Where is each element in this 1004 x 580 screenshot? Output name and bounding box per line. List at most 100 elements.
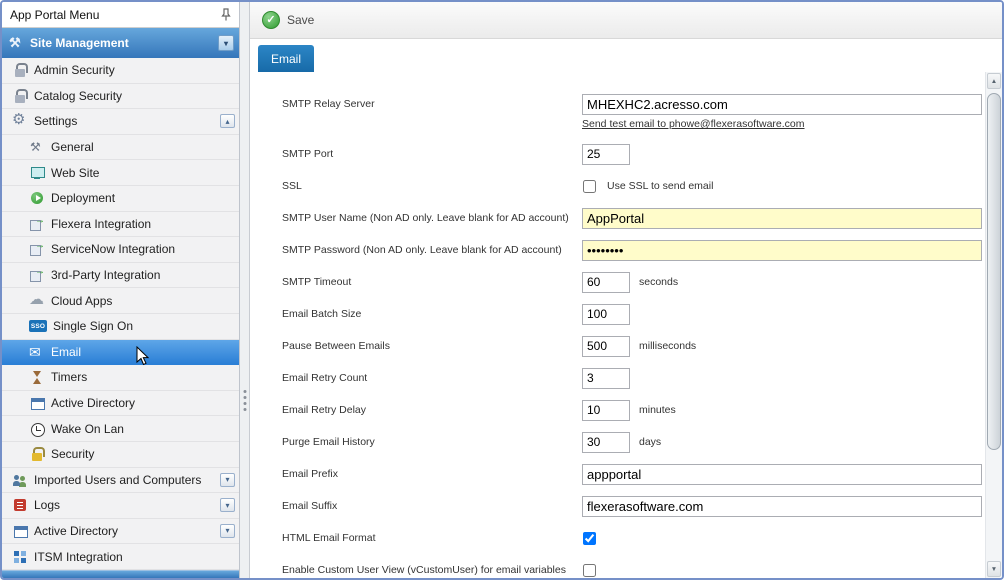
sidebar-item-label: Admin Security	[34, 63, 115, 77]
email-prefix-input[interactable]	[582, 464, 982, 485]
sidebar-item-timers[interactable]: Timers	[2, 365, 239, 391]
sidebar-item-wake-on-lan[interactable]: Wake On Lan	[2, 416, 239, 442]
sidebar-item-itsm-integration[interactable]: ITSM Integration	[2, 544, 239, 570]
sidebar-item-label: Wake On Lan	[51, 422, 124, 436]
scrollbar-thumb[interactable]	[987, 93, 1001, 450]
smtp-port-input[interactable]	[582, 144, 630, 165]
sidebar-item-catalog-security[interactable]: Catalog Security	[2, 84, 239, 110]
sidebar-item-admin-security[interactable]: Admin Security	[2, 58, 239, 84]
sidebar-item-label: Web Site	[51, 166, 99, 180]
sidebar-item-imported-users-and-computers[interactable]: Imported Users and Computers▾	[2, 468, 239, 494]
field-label: Email Retry Count	[282, 372, 582, 384]
sidebar-item-label: Single Sign On	[53, 319, 133, 333]
field-label: Pause Between Emails	[282, 340, 582, 352]
sidebar-item-settings[interactable]: Settings ▴	[2, 109, 239, 135]
pin-icon[interactable]	[221, 8, 231, 21]
tab-email[interactable]: Email	[258, 45, 314, 72]
save-check-icon	[262, 11, 280, 29]
field-suffix: seconds	[639, 276, 678, 288]
sidebar-item-label: Flexera Integration	[51, 217, 151, 231]
collapse-button[interactable]: ▴	[220, 114, 235, 128]
field-label: Email Suffix	[282, 500, 582, 512]
field-label: Email Batch Size	[282, 308, 582, 320]
sidebar-item-email[interactable]: Email	[2, 340, 239, 366]
tools-icon	[8, 35, 24, 51]
purge-email-history-input[interactable]	[582, 432, 630, 453]
expand-button[interactable]: ▾	[220, 498, 235, 512]
field-label: SMTP Timeout	[282, 276, 582, 288]
email-retry-delay-input[interactable]	[582, 400, 630, 421]
sidebar-item-label: ITSM Integration	[34, 550, 123, 564]
sidebar-item-web-site[interactable]: Web Site	[2, 160, 239, 186]
sidebar-partial-section-header[interactable]	[2, 570, 239, 578]
ssl-checkbox[interactable]	[583, 180, 596, 193]
field-control	[582, 240, 982, 261]
sidebar-item-servicenow-integration[interactable]: ServiceNow Integration	[2, 237, 239, 263]
cloud-icon	[29, 293, 45, 309]
field-label: SMTP User Name (Non AD only. Leave blank…	[282, 212, 582, 224]
deploy-icon	[29, 190, 45, 206]
sidebar-item-label: ServiceNow Integration	[51, 242, 175, 256]
checkbox-inline-label: Use SSL to send email	[607, 180, 713, 192]
form-row-email-prefix: Email Prefix	[282, 458, 985, 490]
sidebar-item-active-directory[interactable]: Active Directory ▾	[2, 519, 239, 545]
form-row-enable-custom-user-view-vcustomuser-for-email-variables: Enable Custom User View (vCustomUser) fo…	[282, 554, 985, 578]
chevron-down-icon[interactable]: ▾	[218, 35, 234, 51]
sidebar-item-flexera-integration[interactable]: Flexera Integration	[2, 212, 239, 238]
integration-icon	[29, 267, 45, 283]
smtp-password-non-ad-only-leave-blank-for-ad-account-input[interactable]	[582, 240, 982, 261]
lock-icon	[12, 62, 28, 78]
splitter-handle[interactable]	[240, 2, 250, 578]
clock-icon	[29, 421, 45, 437]
vertical-scrollbar[interactable]: ▲ ▼	[985, 72, 1002, 578]
scroll-up-button[interactable]: ▲	[987, 73, 1001, 89]
field-control	[582, 144, 630, 165]
users-icon	[12, 472, 28, 488]
sidebar-item-label: Timers	[51, 370, 87, 384]
field-control	[582, 368, 630, 389]
smtp-timeout-input[interactable]	[582, 272, 630, 293]
sidebar-item-label: Settings	[34, 114, 77, 128]
sidebar-item-active-directory[interactable]: Active Directory	[2, 391, 239, 417]
integration-icon	[29, 241, 45, 257]
sidebar-section-site-management[interactable]: Site Management ▾	[2, 28, 239, 58]
email-retry-count-input[interactable]	[582, 368, 630, 389]
sidebar-items: Admin Security Catalog Security Settings ▴ G…	[2, 58, 239, 570]
form-row-smtp-port: SMTP Port	[282, 138, 985, 170]
sidebar-item-label: 3rd-Party Integration	[51, 268, 160, 282]
send-test-email-link[interactable]: Send test email to phowe@flexerasoftware…	[582, 118, 805, 130]
save-button-label: Save	[287, 13, 314, 27]
sidebar-item-label: Active Directory	[34, 524, 118, 538]
expand-button[interactable]: ▾	[220, 524, 235, 538]
sidebar-item-logs[interactable]: Logs ▾	[2, 493, 239, 519]
sidebar-item-label: Security	[51, 447, 94, 461]
smtp-relay-server-input[interactable]	[582, 94, 982, 115]
smtp-user-name-non-ad-only-leave-blank-for-ad-account-input[interactable]	[582, 208, 982, 229]
field-label: SSL	[282, 180, 582, 192]
sidebar-item-general[interactable]: General	[2, 135, 239, 161]
form-row-smtp-relay-server: SMTP Relay ServerSend test email to phow…	[282, 86, 985, 138]
expand-button[interactable]: ▾	[220, 473, 235, 487]
field-control	[582, 564, 598, 577]
enable-custom-user-view-vcustomuser-for-email-variables-checkbox[interactable]	[583, 564, 596, 577]
sidebar-item-label: General	[51, 140, 94, 154]
main-panel: Save Email SMTP Relay ServerSend test em…	[250, 2, 1002, 578]
field-label: Enable Custom User View (vCustomUser) fo…	[282, 564, 582, 576]
sidebar-item-deployment[interactable]: Deployment	[2, 186, 239, 212]
sidebar-item-cloud-apps[interactable]: Cloud Apps	[2, 288, 239, 314]
sidebar-item-label: Logs	[34, 498, 60, 512]
lock-yellow-icon	[29, 446, 45, 462]
email-batch-size-input[interactable]	[582, 304, 630, 325]
email-suffix-input[interactable]	[582, 496, 982, 517]
scrollbar-track[interactable]	[986, 90, 1002, 560]
sso-icon: SSO	[29, 320, 47, 332]
sidebar-item-single-sign-on[interactable]: SSO Single Sign On	[2, 314, 239, 340]
sidebar-item-security[interactable]: Security	[2, 442, 239, 468]
html-email-format-checkbox[interactable]	[583, 532, 596, 545]
sidebar-item-label: Email	[51, 345, 81, 359]
field-control: minutes	[582, 400, 676, 421]
pause-between-emails-input[interactable]	[582, 336, 630, 357]
sidebar-item-3rd-party-integration[interactable]: 3rd-Party Integration	[2, 263, 239, 289]
scroll-down-button[interactable]: ▼	[987, 561, 1001, 577]
save-button[interactable]: Save	[262, 11, 314, 29]
